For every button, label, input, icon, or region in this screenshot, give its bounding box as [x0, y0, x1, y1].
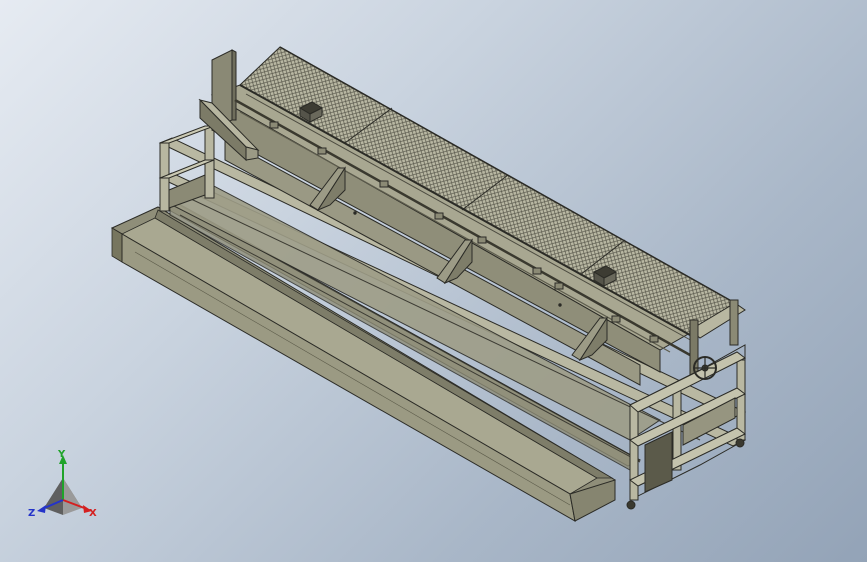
orientation-triad[interactable]: Y X Z — [28, 449, 97, 519]
x-axis-label: X — [89, 508, 97, 519]
cad-model-view[interactable]: Y X Z — [0, 0, 867, 562]
graphics-viewport[interactable]: Y X Z — [0, 0, 867, 562]
z-axis-label: Z — [28, 508, 35, 519]
left-leg-assembly[interactable] — [159, 125, 215, 212]
y-axis-label: Y — [57, 449, 66, 460]
